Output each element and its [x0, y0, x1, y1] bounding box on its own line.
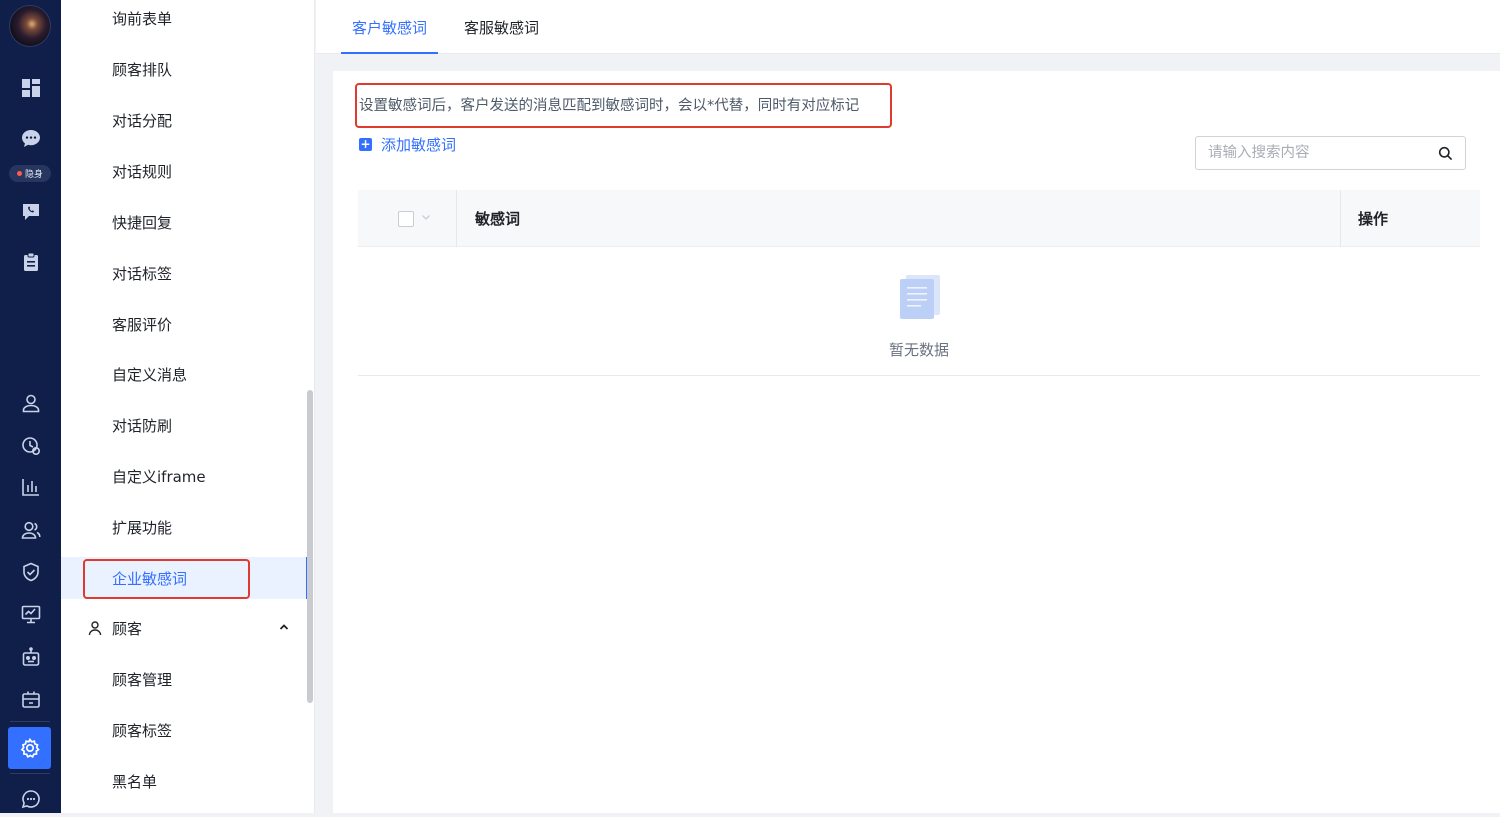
tab-label: 客户敏感词: [352, 18, 428, 37]
settings-menu: 询前表单 顾客排队 对话分配 对话规则 快捷回复 对话标签 客服评价 自定义消息…: [61, 0, 315, 813]
rail-divider: [10, 773, 50, 774]
menu-item-label: 对话规则: [112, 162, 173, 181]
empty-text: 暂无数据: [888, 341, 949, 359]
menu-item-label: 客服评价: [112, 315, 173, 334]
menu-item-pre-chat-form[interactable]: 询前表单: [61, 0, 307, 39]
search-icon[interactable]: [1438, 146, 1453, 161]
clipboard-icon[interactable]: [0, 244, 61, 280]
shield-icon[interactable]: [0, 554, 61, 590]
content-panel: [333, 71, 1500, 813]
column-header-sensitive-word: 敏感词: [475, 210, 521, 228]
menu-item-extensions[interactable]: 扩展功能: [61, 506, 307, 548]
menu-item-label: 扩展功能: [112, 518, 173, 537]
tab-label: 客服敏感词: [464, 18, 540, 37]
column-header-actions: 操作: [1358, 210, 1389, 228]
menu-item-chat-rules[interactable]: 对话规则: [61, 150, 307, 192]
menu-item-label: 询前表单: [112, 9, 173, 28]
grid-app-icon[interactable]: [0, 681, 61, 717]
user-icon: [88, 621, 102, 636]
menu-item-label: 快捷回复: [112, 213, 173, 232]
menu-item-label: 顾客标签: [112, 721, 173, 740]
menu-item-custom-iframe[interactable]: 自定义iframe: [61, 455, 307, 497]
menu-item-label: 对话分配: [112, 111, 173, 130]
search-input[interactable]: [1208, 137, 1428, 169]
empty-document-icon: [900, 275, 940, 319]
highlight-box: [83, 559, 250, 599]
history-icon[interactable]: [0, 428, 61, 464]
dashboard-icon[interactable]: [0, 70, 61, 106]
table-header: 敏感词 操作: [358, 190, 1480, 247]
menu-item-quick-reply[interactable]: 快捷回复: [61, 201, 307, 243]
column-divider: [456, 190, 457, 247]
message-icon[interactable]: [0, 781, 61, 817]
chat-icon[interactable]: [0, 121, 61, 157]
menu-item-agent-rating[interactable]: 客服评价: [61, 303, 307, 345]
settings-icon[interactable]: [8, 727, 51, 769]
menu-item-custom-message[interactable]: 自定义消息: [61, 353, 307, 395]
team-icon[interactable]: [0, 512, 61, 548]
tab-customer-sensitive-words[interactable]: 客户敏感词: [340, 0, 439, 54]
rail-divider: [10, 721, 50, 722]
search-box: [1195, 136, 1466, 170]
empty-state: 暂无数据: [358, 247, 1480, 376]
menu-item-chat-tags[interactable]: 对话标签: [61, 252, 307, 294]
chevron-down-icon[interactable]: [421, 212, 431, 222]
menu-item-anti-spam[interactable]: 对话防刷: [61, 404, 307, 446]
highlight-box: [355, 83, 892, 128]
add-button-label: 添加敏感词: [381, 135, 457, 154]
phone-chat-icon[interactable]: [0, 194, 61, 230]
menu-item-chat-assignment[interactable]: 对话分配: [61, 99, 307, 141]
robot-icon[interactable]: [0, 639, 61, 675]
menu-group-customer[interactable]: 顾客: [61, 607, 307, 649]
menu-item-label: 对话标签: [112, 264, 173, 283]
tab-agent-sensitive-words[interactable]: 客服敏感词: [464, 0, 539, 54]
menu-item-customer-queue[interactable]: 顾客排队: [61, 48, 307, 90]
monitor-icon[interactable]: [0, 596, 61, 632]
menu-scrollbar[interactable]: [307, 390, 313, 703]
add-sensitive-word-button[interactable]: + 添加敏感词: [359, 134, 456, 154]
column-divider: [1340, 190, 1341, 247]
chevron-up-icon[interactable]: [279, 622, 289, 632]
left-rail: 隐身: [0, 0, 61, 813]
menu-item-customer-management[interactable]: 顾客管理: [61, 658, 307, 700]
status-badge[interactable]: 隐身: [9, 165, 51, 182]
menu-item-label: 自定义iframe: [112, 467, 206, 486]
menu-item-label: 顾客管理: [112, 670, 173, 689]
user-icon[interactable]: [0, 385, 61, 421]
menu-group-label: 顾客: [112, 619, 143, 638]
bar-chart-icon[interactable]: [0, 469, 61, 505]
menu-item-label: 自定义消息: [112, 365, 188, 384]
status-label: 隐身: [24, 170, 43, 180]
plus-icon: +: [359, 136, 372, 151]
menu-item-label: 顾客排队: [112, 60, 173, 79]
menu-item-customer-tags[interactable]: 顾客标签: [61, 709, 307, 751]
menu-item-label: 黑名单: [112, 772, 158, 791]
select-all-checkbox[interactable]: [398, 211, 414, 227]
avatar[interactable]: [9, 5, 51, 47]
menu-item-label: 对话防刷: [112, 416, 173, 435]
tab-bar: 客户敏感词 客服敏感词: [316, 0, 1500, 54]
status-dot-icon: [16, 171, 22, 176]
menu-item-blacklist[interactable]: 黑名单: [61, 760, 307, 802]
